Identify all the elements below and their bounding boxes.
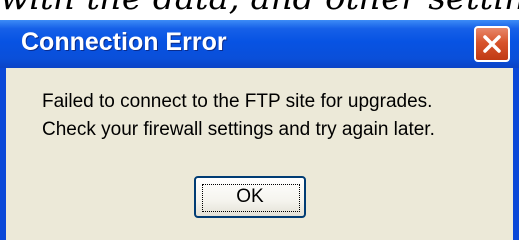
- dialog-body: Failed to connect to the FTP site for up…: [6, 68, 513, 240]
- error-message: Failed to connect to the FTP site for up…: [42, 88, 435, 144]
- background-window-text: with the data, and other settings: [0, 0, 519, 20]
- background-text: with the data, and other settings: [0, 0, 519, 18]
- error-message-line-2: Check your firewall settings and try aga…: [42, 119, 435, 140]
- close-button[interactable]: [474, 26, 510, 62]
- connection-error-dialog: Connection Error Failed to connect to th…: [0, 20, 519, 240]
- close-x-icon: [483, 35, 501, 53]
- ok-button-label: OK: [236, 186, 264, 207]
- ok-button[interactable]: OK: [194, 176, 306, 218]
- dialog-title: Connection Error: [21, 28, 227, 56]
- error-message-line-1: Failed to connect to the FTP site for up…: [42, 91, 433, 112]
- dialog-title-bar[interactable]: Connection Error: [0, 20, 519, 68]
